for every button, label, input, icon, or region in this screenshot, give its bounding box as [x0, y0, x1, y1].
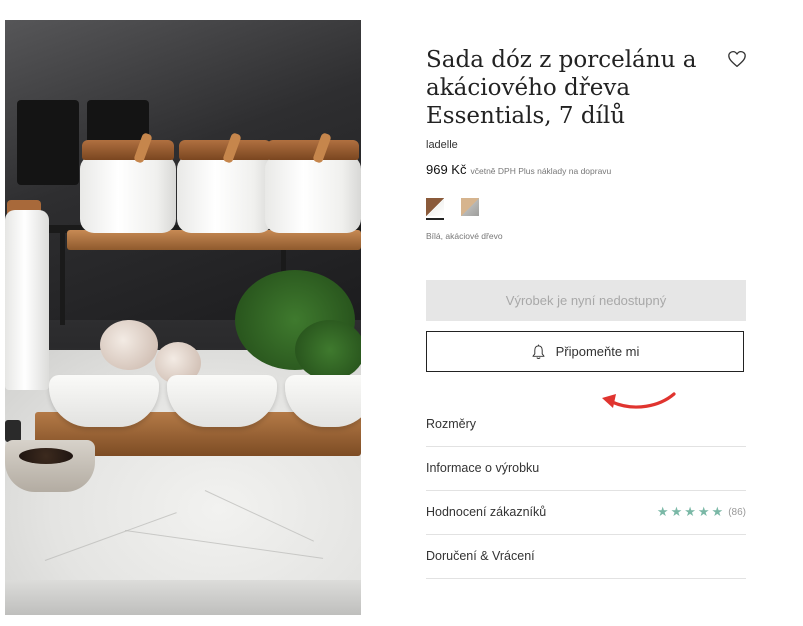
accordion-dimensions[interactable]: Rozměry — [426, 402, 746, 447]
heart-icon[interactable] — [727, 50, 747, 68]
counter-edge — [5, 580, 361, 615]
selected-color-name: Bílá, akáciové dřevo — [426, 231, 503, 241]
black-canister — [17, 100, 79, 185]
porcelain-jar — [80, 155, 176, 233]
porcelain-bowl — [167, 375, 277, 427]
price-row: 969 Kč včetně DPH Plus náklady na dopravu — [426, 162, 611, 177]
porcelain-jar — [265, 155, 361, 233]
accordion-delivery-label: Doručení & Vrácení — [426, 549, 535, 563]
dark-dish — [5, 420, 21, 442]
accordion-reviews-label: Hodnocení zákazníků — [426, 505, 547, 519]
porcelain-bowl — [49, 375, 159, 427]
star-icon: ★ — [684, 504, 696, 519]
peppercorns — [19, 448, 73, 464]
product-image[interactable] — [5, 20, 361, 615]
swatch-white-wood[interactable] — [426, 198, 444, 220]
accordion-product-info-label: Informace o výrobku — [426, 461, 540, 475]
porcelain-jar — [177, 155, 273, 233]
parsley — [295, 320, 361, 380]
wooden-lid — [82, 140, 174, 160]
review-count: (86) — [728, 506, 746, 518]
wooden-tray — [67, 230, 361, 250]
star-icon: ★ — [711, 504, 724, 519]
accordion-reviews[interactable]: Hodnocení zákazníků ★ ★ ★ ★ ★ (86) — [426, 490, 746, 535]
garlic-bulb — [100, 320, 158, 370]
accordion-dimensions-label: Rozměry — [426, 417, 477, 431]
star-icon: ★ — [697, 504, 710, 519]
accordion-delivery[interactable]: Doručení & Vrácení — [426, 534, 746, 579]
remind-me-label: Připomeňte mi — [555, 344, 640, 359]
price: 969 Kč — [426, 162, 467, 177]
bell-icon — [532, 344, 545, 359]
brand-link[interactable]: ladelle — [426, 139, 458, 151]
star-icon: ★ — [656, 504, 669, 519]
product-title: Sada dóz z porcelánu a akáciového dřeva … — [426, 47, 697, 129]
porcelain-bottle — [5, 210, 49, 390]
rating-stars: ★ ★ ★ ★ ★ (86) — [657, 504, 746, 520]
price-note: včetně DPH Plus náklady na dopravu — [470, 166, 612, 176]
remind-me-button[interactable]: Připomeňte mi — [426, 331, 744, 372]
accordion-product-info[interactable]: Informace o výrobku — [426, 446, 746, 491]
swatch-beige-grey[interactable] — [461, 198, 479, 216]
metal-stand-leg — [60, 230, 65, 325]
unavailable-button[interactable]: Výrobek je nyní nedostupný — [426, 280, 746, 321]
star-icon: ★ — [670, 504, 683, 519]
